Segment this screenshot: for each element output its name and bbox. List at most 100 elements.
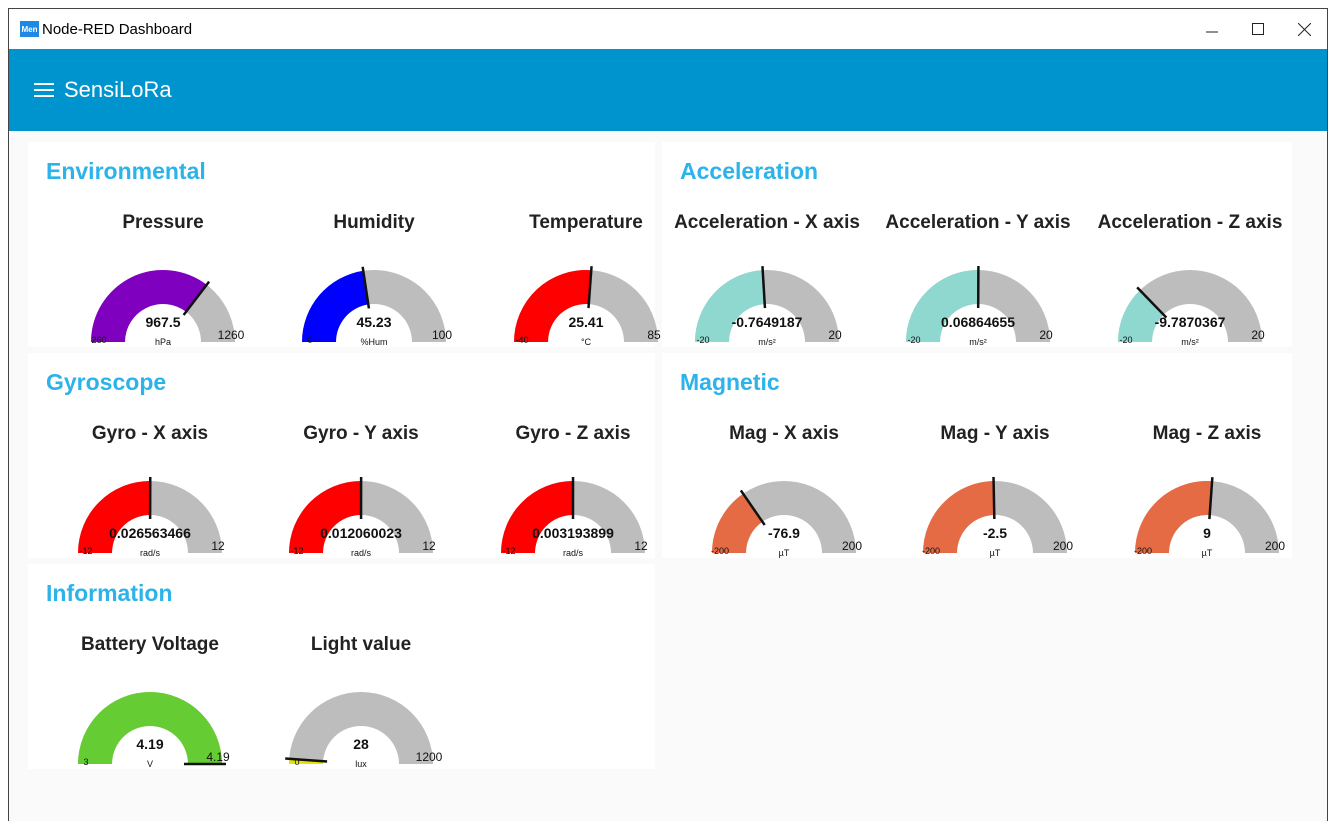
gauge-temperature: Temperature 25.41 °C -40 85 [481, 212, 691, 352]
gauge-value: 0.026563466 [109, 525, 191, 541]
menu-icon[interactable] [34, 83, 54, 97]
card-title: Acceleration [680, 158, 819, 184]
gauge-value: 28 [353, 736, 369, 752]
gauge-max: 12 [211, 539, 225, 553]
gauge-min: -12 [502, 546, 515, 556]
gauge-max: 200 [1053, 539, 1073, 553]
close-icon [1297, 22, 1311, 36]
gauge-fill [78, 692, 222, 764]
gauge-pressure: Pressure 967.5 hPa 260 1260 [58, 212, 268, 352]
gauge-unit: rad/s [563, 548, 584, 558]
gauge-label: Acceleration - Z axis [1097, 212, 1283, 233]
gauge-unit: rad/s [140, 548, 161, 558]
gauge-min: -200 [711, 546, 729, 556]
gauge-max: 1200 [416, 750, 443, 764]
gauge-max: 200 [842, 539, 862, 553]
gauge-value: 25.41 [568, 314, 603, 330]
gauge-label: Mag - Y axis [940, 423, 1050, 444]
gauge-value: -2.5 [983, 525, 1007, 541]
gauge-label: Gyro - X axis [91, 423, 209, 444]
gauge-min: -12 [79, 546, 92, 556]
gauge-max: 85 [647, 328, 661, 342]
gauge-fill [1135, 481, 1213, 553]
gauge-fill [514, 270, 592, 342]
gauge-mag-x-axis: Mag - X axis -76.9 µT -200 200 [679, 423, 889, 563]
card-magnetic: Magnetic Mag - X axis -76.9 µT -200 200 Mag - … [662, 353, 1292, 558]
gauge-light-value: Light value 28 lux 0 1200 [256, 634, 466, 774]
gauge-value: 45.23 [356, 314, 391, 330]
card-title: Environmental [46, 158, 206, 184]
gauge-fill [501, 481, 574, 553]
gauge-unit: µT [779, 548, 790, 558]
gauge-mag-y-axis: Mag - Y axis -2.5 µT -200 200 [890, 423, 1100, 563]
gauge-max: 200 [1265, 539, 1285, 553]
gauge-min: -12 [290, 546, 303, 556]
gauge-min: -40 [515, 335, 528, 345]
gauge-min: 0 [294, 757, 299, 767]
gauge-acceleration-x-axis: Acceleration - X axis -0.7649187 m/s² -20 20 [662, 212, 872, 352]
gauge-unit: µT [990, 548, 1001, 558]
gauge-label: Gyro - Z axis [515, 423, 631, 444]
gauge-value: 967.5 [145, 314, 180, 330]
gauge-value: -0.7649187 [732, 314, 803, 330]
minimize-icon [1206, 31, 1218, 33]
gauge-value: 9 [1203, 525, 1211, 541]
card-title: Magnetic [680, 369, 780, 395]
app-window: Men Node-RED Dashboard SensiLoRa Environ… [8, 8, 1328, 821]
gauge-unit: m/s² [1181, 337, 1199, 347]
gauge-track [289, 692, 433, 764]
gauge-gyro-y-axis: Gyro - Y axis 0.012060023 rad/s -12 12 [256, 423, 466, 563]
dashboard-toolbar: SensiLoRa [9, 49, 1327, 131]
gauge-unit: µT [1202, 548, 1213, 558]
maximize-icon [1252, 23, 1264, 35]
gauge-gyro-z-axis: Gyro - Z axis 0.003193899 rad/s -12 12 [468, 423, 678, 563]
card-title: Gyroscope [46, 369, 167, 395]
gauge-label: Humidity [333, 212, 415, 233]
gauge-needle [992, 476, 996, 520]
gauge-value: -76.9 [768, 525, 800, 541]
gauge-min: 3 [83, 757, 88, 767]
gauge-label: Battery Voltage [81, 634, 219, 655]
gauge-acceleration-z-axis: Acceleration - Z axis -9.7870367 m/s² -20 20 [1085, 212, 1295, 352]
gauge-unit: %Hum [360, 337, 387, 347]
gauge-label: Acceleration - Y axis [885, 212, 1071, 233]
gauge-unit: m/s² [758, 337, 776, 347]
gauge-unit: hPa [155, 337, 171, 347]
gauge-min: -20 [696, 335, 709, 345]
gauge-max: 12 [422, 539, 436, 553]
gauge-value: 0.06864655 [941, 314, 1015, 330]
gauge-acceleration-y-axis: Acceleration - Y axis 0.06864655 m/s² -20 20 [873, 212, 1083, 352]
gauge-unit: °C [581, 337, 592, 347]
app-icon: Men [20, 21, 39, 37]
close-button[interactable] [1281, 9, 1327, 49]
gauge-max: 4.19 [206, 750, 230, 764]
gauge-min: -200 [1134, 546, 1152, 556]
gauge-fill [923, 481, 995, 553]
gauge-max: 20 [828, 328, 842, 342]
gauge-min: 0 [307, 335, 312, 345]
gauge-fill [78, 481, 151, 553]
gauge-max: 20 [1251, 328, 1265, 342]
dashboard-title: SensiLoRa [64, 77, 172, 102]
gauge-label: Pressure [122, 212, 204, 233]
gauge-label: Mag - X axis [729, 423, 839, 444]
gauge-label: Light value [310, 634, 412, 655]
gauge-label: Acceleration - X axis [674, 212, 860, 233]
gauge-humidity: Humidity 45.23 %Hum 0 100 [269, 212, 479, 352]
gauge-unit: lux [355, 759, 367, 769]
gauge-value: 0.003193899 [532, 525, 614, 541]
gauge-fill [695, 270, 765, 342]
gauge-max: 20 [1039, 328, 1053, 342]
minimize-button[interactable] [1189, 9, 1235, 49]
gauge-mag-z-axis: Mag - Z axis 9 µT -200 200 [1102, 423, 1312, 563]
card-information: Information Battery Voltage 4.19 V 3 4.19 Ligh… [28, 564, 655, 769]
gauge-value: -9.7870367 [1155, 314, 1226, 330]
card-acceleration: Acceleration Acceleration - X axis -0.7649… [662, 142, 1292, 347]
title-bar[interactable]: Men Node-RED Dashboard [9, 9, 1327, 49]
gauge-value: 0.012060023 [320, 525, 402, 541]
gauge-gyro-x-axis: Gyro - X axis 0.026563466 rad/s -12 12 [45, 423, 255, 563]
card-gyroscope: Gyroscope Gyro - X axis 0.026563466 rad/s -1… [28, 353, 655, 558]
card-title: Information [46, 580, 173, 606]
maximize-button[interactable] [1235, 9, 1281, 49]
card-environmental: Environmental Pressure 967.5 hPa 260 1260 Humi… [28, 142, 661, 347]
